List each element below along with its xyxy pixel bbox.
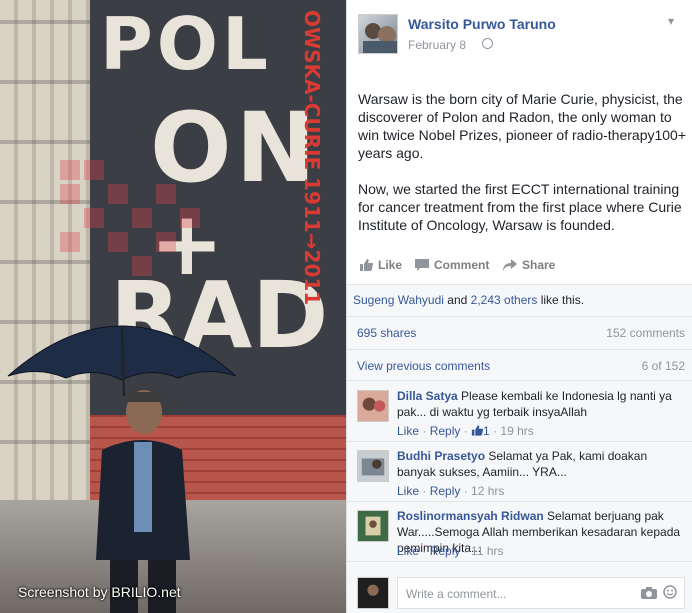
viewer-avatar xyxy=(357,577,389,609)
feedback-section: Sugeng Wahyudi and 2,243 others like thi… xyxy=(347,284,692,613)
comment-meta: Like · Reply · 11 hrs xyxy=(397,544,504,558)
like-label: Like xyxy=(378,258,403,272)
mural-vertical-text: OWSKA-CURIE 1911→2011 xyxy=(300,10,324,306)
commenter-name[interactable]: Budhi Prasetyo xyxy=(397,449,485,463)
emoji-icon[interactable] xyxy=(663,585,677,599)
commenter-name[interactable]: Dilla Satya xyxy=(397,389,458,403)
author-avatar[interactable] xyxy=(358,14,398,54)
mural-text-pol: POL xyxy=(100,2,272,86)
comment-time[interactable]: 12 hrs xyxy=(471,484,504,498)
author-avatar-image xyxy=(363,23,397,53)
comment-reply-link[interactable]: Reply xyxy=(430,544,461,558)
comment-like-link[interactable]: Like xyxy=(397,544,419,558)
comment-like-link[interactable]: Like xyxy=(397,484,419,498)
comment-icon xyxy=(415,259,429,271)
photo-caption: Screenshot by BRILIO.net xyxy=(18,584,181,600)
post-actions: Like Comment Share xyxy=(347,255,692,279)
comment-body: Dilla Satya Please kembali ke Indonesia … xyxy=(397,388,683,420)
comment-reply-link[interactable]: Reply xyxy=(430,424,461,438)
globe-icon xyxy=(482,38,493,49)
liker-name-link[interactable]: Sugeng Wahyudi xyxy=(353,293,444,307)
comment-count[interactable]: 152 comments xyxy=(606,318,685,348)
commenter-avatar[interactable] xyxy=(357,510,389,542)
mural-text-on: ON xyxy=(150,92,320,204)
comment-item: Dilla Satya Please kembali ke Indonesia … xyxy=(347,382,692,442)
comment-item: Budhi Prasetyo Selamat ya Pak, kami doak… xyxy=(347,442,692,502)
post-header: Warsito Purwo Taruno February 8 ▾ xyxy=(358,14,688,54)
thumbs-up-icon xyxy=(471,425,484,436)
post-paragraph: Now, we started the first ECCT internati… xyxy=(358,181,682,233)
commenter-avatar[interactable] xyxy=(357,450,389,482)
commenter-avatar[interactable] xyxy=(357,390,389,422)
comment-button[interactable]: Comment xyxy=(415,258,489,272)
shares-summary: 695 shares 152 comments xyxy=(347,318,692,350)
camera-icon[interactable] xyxy=(641,587,657,599)
post-photo[interactable]: POL ON + RAD OWSKA-CURIE 1911→2011 Scree… xyxy=(0,0,346,613)
previous-comments-row: View previous comments 6 of 152 xyxy=(347,351,692,381)
share-icon xyxy=(503,259,517,271)
comment-composer: Write a comment... xyxy=(347,571,692,613)
others-link[interactable]: 2,243 others xyxy=(471,293,538,307)
comment-meta: Like · Reply · 12 hrs xyxy=(397,484,505,498)
share-label: Share xyxy=(522,258,556,272)
comment-label: Comment xyxy=(434,258,490,272)
likes-connector: and xyxy=(443,293,471,307)
likes-summary: Sugeng Wahyudi and 2,243 others like thi… xyxy=(347,285,692,317)
view-previous-comments-link[interactable]: View previous comments xyxy=(357,351,490,381)
author-name[interactable]: Warsito Purwo Taruno xyxy=(408,16,556,32)
comment-item: Roslinormansyah Ridwan Selamat berjuang … xyxy=(347,502,692,562)
comment-time[interactable]: 19 hrs xyxy=(500,424,533,438)
post-paragraph: Warsaw is the born city of Marie Curie, … xyxy=(358,91,687,161)
comments-shown-count: 6 of 152 xyxy=(641,359,685,373)
thumbs-up-icon xyxy=(360,259,373,271)
shares-link[interactable]: 695 shares xyxy=(357,318,416,348)
comment-reply-link[interactable]: Reply xyxy=(430,484,461,498)
post-date[interactable]: February 8 xyxy=(408,38,466,52)
post-body: Warsaw is the born city of Marie Curie, … xyxy=(358,90,690,252)
comment-like-count[interactable]: 1 xyxy=(483,424,490,438)
comment-time[interactable]: 11 hrs xyxy=(471,544,503,558)
likes-suffix: like this. xyxy=(537,293,585,307)
post-panel: Warsito Purwo Taruno February 8 ▾ Warsaw… xyxy=(346,0,692,613)
comment-meta: Like · Reply · 1 · 19 hrs xyxy=(397,424,534,438)
chevron-down-icon[interactable]: ▾ xyxy=(668,14,682,28)
share-button[interactable]: Share xyxy=(503,258,555,272)
comment-body: Budhi Prasetyo Selamat ya Pak, kami doak… xyxy=(397,448,683,480)
commenter-name[interactable]: Roslinormansyah Ridwan xyxy=(397,509,544,523)
person-figure xyxy=(96,390,190,613)
comment-like-link[interactable]: Like xyxy=(397,424,419,438)
like-button[interactable]: Like xyxy=(359,258,402,272)
